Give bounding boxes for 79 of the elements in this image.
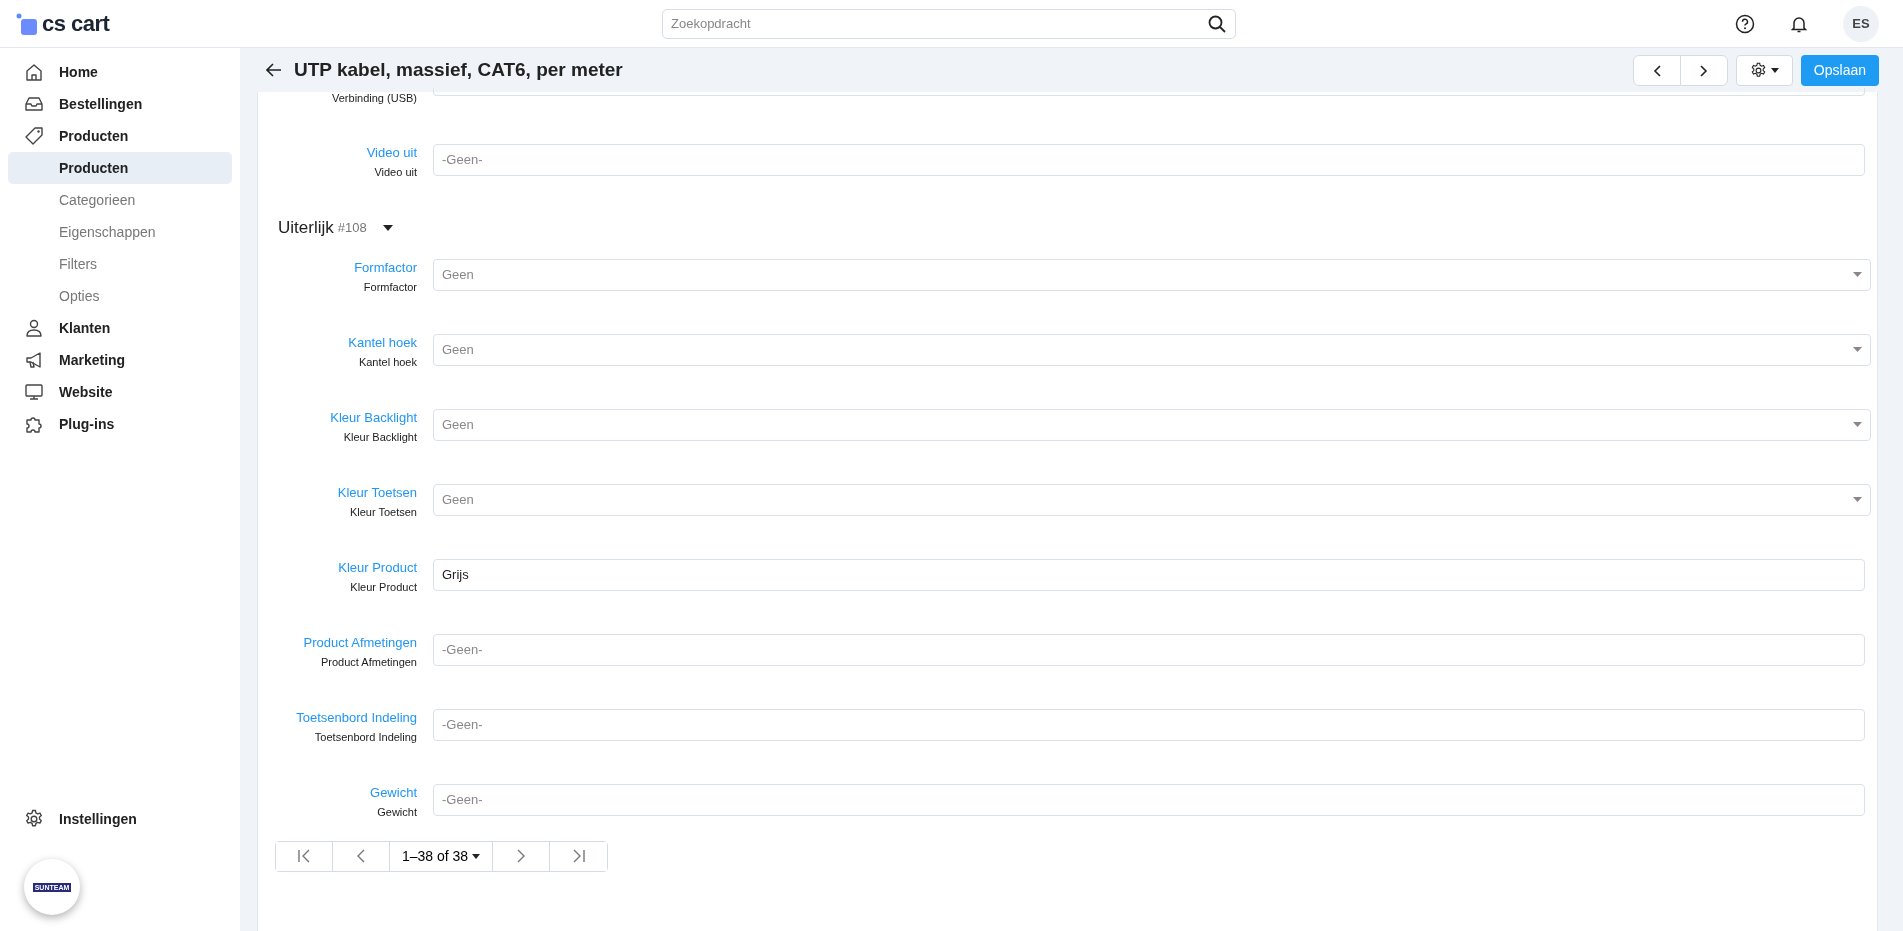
save-button[interactable]: Opslaan <box>1800 54 1879 86</box>
input-field[interactable]: -Geen- <box>433 708 1865 741</box>
sidebar-item[interactable]: Bestellingen <box>0 88 240 120</box>
home-icon <box>24 62 44 82</box>
field-sublabel: Video uit <box>373 165 417 180</box>
field-label[interactable]: Kleur Toetsen <box>258 483 417 502</box>
first-page-icon <box>297 849 311 863</box>
sidebar-item[interactable]: Home <box>0 56 240 88</box>
field-label[interactable]: Gewicht <box>258 783 417 802</box>
first-page-button[interactable] <box>276 841 333 871</box>
settings-icon <box>1749 61 1767 79</box>
puzzle-icon <box>24 414 44 434</box>
input-field[interactable]: Grijs <box>433 558 1865 591</box>
section-title: Uiterlijk <box>278 217 334 239</box>
section-id: #108 <box>337 219 367 237</box>
field-label[interactable]: Kleur Product <box>258 558 417 577</box>
logo-text[interactable]: cs cart <box>42 7 110 40</box>
previous-button[interactable] <box>1632 54 1681 86</box>
select-field[interactable]: Geen <box>433 333 1871 366</box>
sidebar-item[interactable]: Producten <box>0 120 240 152</box>
field-sublabel: Toetsenbord Indeling <box>313 729 417 745</box>
help-icon[interactable] <box>1735 13 1755 34</box>
field-sublabel: Kleur Product <box>349 579 417 595</box>
logo-icon <box>16 12 38 35</box>
select-field[interactable]: Geen <box>433 258 1871 291</box>
field-sublabel: Product Afmetingen <box>320 654 417 670</box>
field-label[interactable]: Kantel hoek <box>258 333 417 352</box>
search-icon[interactable] <box>1208 14 1226 33</box>
input-field[interactable]: -Geen- <box>433 144 1865 176</box>
page-title: UTP kabel, massief, CAT6, per meter <box>294 58 623 82</box>
input-field[interactable]: -Geen- <box>433 633 1865 666</box>
field-sublabel: Kleur Backlight <box>342 429 417 445</box>
monitor-icon <box>24 382 44 402</box>
caret-down-icon[interactable] <box>382 224 393 231</box>
select-field[interactable]: Geen <box>433 483 1871 516</box>
search-field[interactable]: Zoekopdracht <box>662 8 1236 39</box>
field-sublabel: Gewicht <box>376 804 417 820</box>
field-sublabel: Kantel hoek <box>357 354 417 370</box>
sidebar-subitem[interactable]: Producten <box>8 152 232 184</box>
input-field[interactable] <box>433 88 1865 96</box>
caret-icon <box>1853 272 1862 277</box>
next-button[interactable] <box>1679 54 1728 86</box>
field-label[interactable]: Video uit <box>258 144 417 162</box>
sidebar-item[interactable]: Instellingen <box>0 803 240 835</box>
sidebar-subitem[interactable]: Categorieen <box>8 184 232 216</box>
last-page-icon <box>571 849 586 863</box>
field-label[interactable]: Formfactor <box>258 258 417 277</box>
user-icon <box>24 318 44 338</box>
select-field[interactable]: Geen <box>433 408 1871 441</box>
back-arrow-icon[interactable] <box>266 63 282 77</box>
sidebar-item[interactable]: Plug-ins <box>0 408 240 440</box>
field-sublabel: Kleur Toetsen <box>348 504 417 520</box>
sidebar-subitem[interactable]: Opties <box>8 280 232 312</box>
field-label[interactable]: Product Afmetingen <box>258 633 417 652</box>
field-label[interactable]: Toetsenbord Indeling <box>258 708 417 727</box>
caret-icon <box>1853 497 1862 502</box>
settings-dropdown-button[interactable] <box>1735 54 1793 86</box>
sidebar-subitem[interactable]: Eigenschappen <box>8 216 232 248</box>
chevron-right-icon <box>517 849 525 863</box>
sidebar-subitem[interactable]: Filters <box>8 248 232 280</box>
chevron-left-icon <box>1652 64 1661 77</box>
field-label[interactable]: Kleur Backlight <box>258 408 417 427</box>
megaphone-icon <box>24 350 44 370</box>
caret-icon <box>1770 67 1779 73</box>
sidebar-item[interactable]: Website <box>0 376 240 408</box>
inbox-icon <box>24 94 44 114</box>
caret-icon <box>472 853 481 859</box>
field-sublabel: Formfactor <box>362 279 417 295</box>
caret-icon <box>1853 422 1862 427</box>
sidebar-item[interactable]: Marketing <box>0 344 240 376</box>
field-sublabel: Verbinding (USB) <box>331 91 417 106</box>
tag-icon <box>24 126 44 146</box>
sidebar-item[interactable]: Klanten <box>0 312 240 344</box>
settings-icon <box>24 809 44 829</box>
caret-icon <box>1853 347 1862 352</box>
input-field[interactable]: -Geen- <box>433 783 1865 816</box>
chevron-right-icon <box>1699 64 1708 77</box>
chevron-left-icon <box>357 849 365 863</box>
user-avatar[interactable]: ES <box>1843 5 1879 42</box>
